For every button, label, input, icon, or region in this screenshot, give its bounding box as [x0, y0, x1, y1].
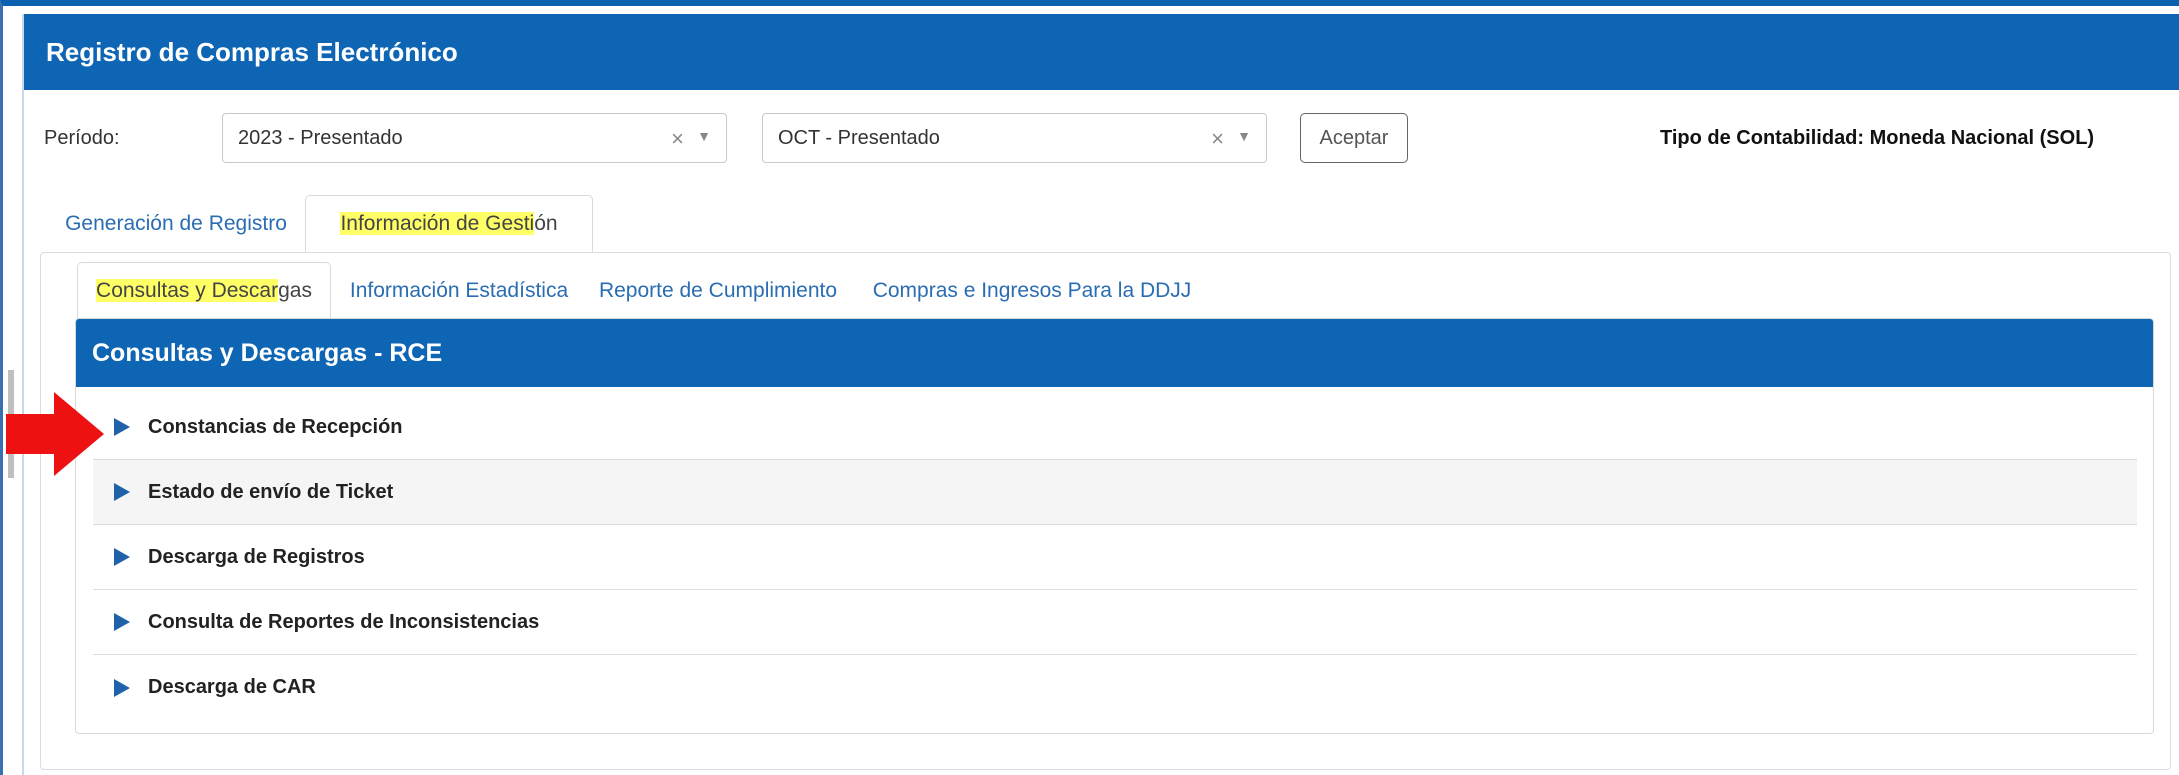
accept-button[interactable]: Aceptar — [1300, 113, 1408, 163]
main-tabs: Generación de Registro Información de Ge… — [22, 195, 2172, 253]
app-title: Registro de Compras Electrónico — [46, 36, 458, 67]
highlight-mark: Consultas y Descar — [96, 279, 279, 302]
month-select[interactable]: OCT - Presentado × ▼ — [762, 113, 1267, 163]
chevron-down-icon[interactable]: ▼ — [1237, 128, 1251, 144]
tab-label-rest: ón — [534, 211, 558, 235]
clear-icon[interactable]: × — [1211, 126, 1224, 152]
accordion-item-descarga-car[interactable]: Descarga de CAR — [93, 655, 2137, 720]
chevron-down-icon[interactable]: ▼ — [697, 128, 711, 144]
accordion-item-reportes-inconsistencias[interactable]: Consulta de Reportes de Inconsistencias — [93, 590, 2137, 655]
triangle-right-icon — [114, 613, 130, 631]
accordion-label: Descarga de Registros — [148, 545, 365, 568]
period-label: Período: — [44, 127, 120, 149]
tab-label: Generación de Registro — [65, 211, 287, 235]
triangle-right-icon — [114, 418, 130, 436]
subtab-consultas-descargas[interactable]: Consultas y Descargas — [77, 262, 331, 320]
year-select[interactable]: 2023 - Presentado × ▼ — [222, 113, 727, 163]
period-row: Período: 2023 - Presentado × ▼ OCT - Pre… — [22, 110, 2179, 166]
accordion-list: Constancias de Recepción Estado de envío… — [93, 395, 2137, 720]
highlight-mark: Información de Gesti — [340, 211, 535, 235]
triangle-right-icon — [114, 548, 130, 566]
clear-icon[interactable]: × — [671, 126, 684, 152]
month-select-value: OCT - Presentado — [778, 126, 940, 149]
triangle-right-icon — [114, 483, 130, 501]
accordion-item-estado-ticket[interactable]: Estado de envío de Ticket — [93, 460, 2137, 525]
subtab-label: Consultas y Descargas — [96, 279, 312, 303]
consultas-card: Consultas y Descargas - RCE Constancias … — [75, 318, 2154, 734]
accordion-label: Consulta de Reportes de Inconsistencias — [148, 610, 540, 633]
subtab-label: Reporte de Cumplimiento — [598, 279, 838, 302]
triangle-right-icon — [114, 678, 130, 697]
accounting-type-label: Tipo de Contabilidad: Moneda Nacional (S… — [1660, 127, 2095, 149]
red-arrow-icon — [6, 392, 104, 476]
app-header: Registro de Compras Electrónico — [22, 14, 2179, 90]
accordion-label: Descarga de CAR — [148, 676, 316, 698]
subtab-reporte-cumplimiento[interactable]: Reporte de Cumplimiento — [583, 262, 853, 320]
subtab-informacion-estadistica[interactable]: Información Estadística — [339, 262, 579, 320]
accordion-label: Estado de envío de Ticket — [148, 480, 394, 503]
year-select-value: 2023 - Presentado — [238, 126, 403, 149]
accordion-item-constancias[interactable]: Constancias de Recepción — [93, 395, 2137, 460]
accordion-label: Constancias de Recepción — [148, 415, 403, 438]
tab-informacion-gestion[interactable]: Información de Gestión — [305, 195, 593, 252]
tab-generacion-registro[interactable]: Generación de Registro — [40, 195, 312, 252]
subtab-compras-ingresos-ddjj[interactable]: Compras e Ingresos Para la DDJJ — [867, 262, 1197, 320]
tab-label: Información de Gestión — [340, 211, 558, 236]
card-title: Consultas y Descargas - RCE — [76, 319, 2153, 387]
subtab-label-rest: gas — [278, 279, 312, 302]
subtab-label: Compras e Ingresos Para la DDJJ — [872, 279, 1192, 302]
accordion-item-descarga-registros[interactable]: Descarga de Registros — [93, 525, 2137, 590]
subtab-label: Información Estadística — [349, 279, 569, 302]
